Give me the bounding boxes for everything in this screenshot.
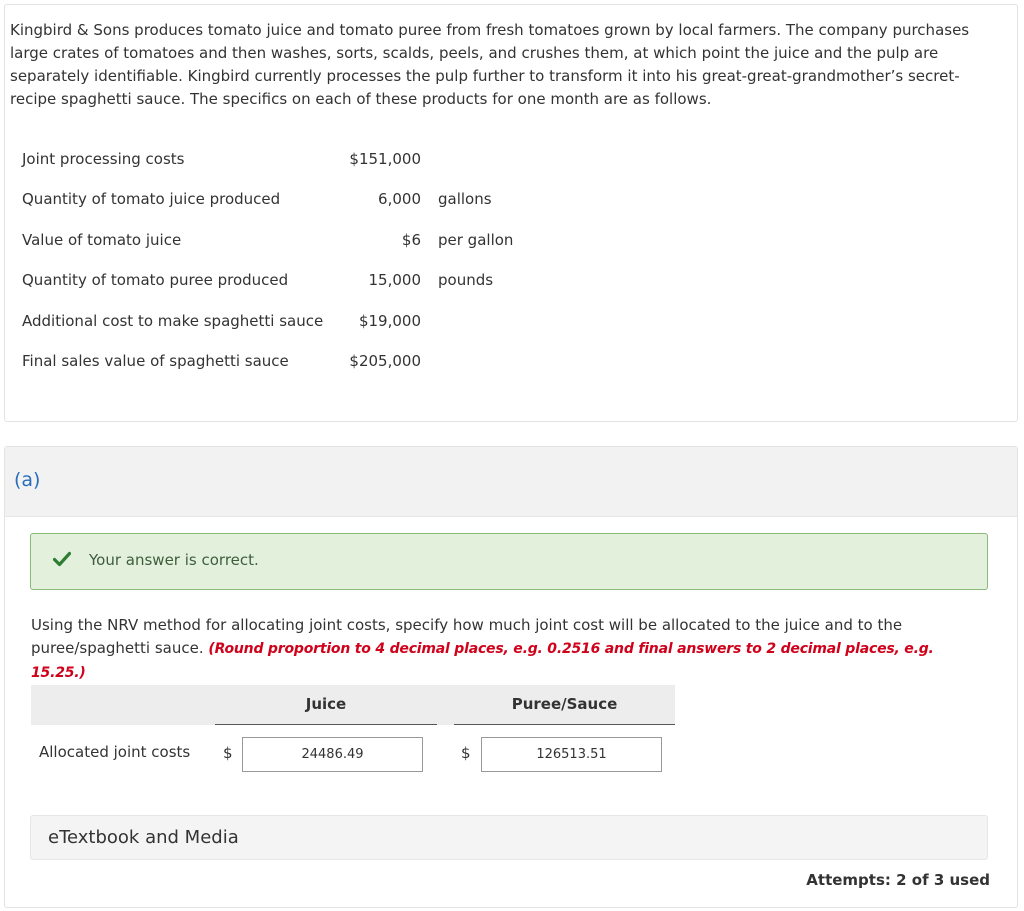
spec-unit: pounds: [438, 271, 494, 289]
part-a-header: (a): [5, 447, 1017, 517]
spec-value: $205,000: [349, 352, 421, 370]
spec-value: 15,000: [368, 271, 422, 289]
dollar-sign: $: [461, 744, 471, 762]
spec-row-final-sales-value: Final sales value of spaghetti sauce $20…: [22, 350, 582, 372]
part-label: (a): [14, 469, 41, 491]
spec-row-juice-quantity: Quantity of tomato juice produced 6,000 …: [22, 188, 582, 210]
feedback-text: Your answer is correct.: [89, 551, 259, 569]
spec-label: Final sales value of spaghetti sauce: [22, 352, 289, 370]
attempts-counter: Attempts: 2 of 3 used: [806, 871, 990, 889]
puree-allocated-cost-input[interactable]: [481, 737, 662, 772]
spec-label: Additional cost to make spaghetti sauce: [22, 312, 324, 330]
problem-intro: Kingbird & Sons produces tomato juice an…: [10, 21, 970, 108]
spec-value: $6: [401, 231, 421, 249]
spec-unit: gallons: [438, 190, 492, 208]
spec-row-juice-value: Value of tomato juice $6 per gallon: [22, 229, 582, 251]
answer-table-header: Juice Puree/Sauce: [31, 685, 675, 725]
spec-label: Joint processing costs: [22, 150, 185, 168]
spec-row-puree-quantity: Quantity of tomato puree produced 15,000…: [22, 269, 582, 291]
column-header-puree-sauce: Puree/Sauce: [454, 685, 675, 725]
correct-feedback-box: Your answer is correct.: [30, 533, 988, 590]
etextbook-media-link[interactable]: eTextbook and Media: [30, 815, 988, 860]
spec-row-additional-cost: Additional cost to make spaghetti sauce …: [22, 310, 582, 332]
spec-unit: per gallon: [438, 231, 514, 249]
spec-label: Quantity of tomato puree produced: [22, 271, 289, 289]
row-label-allocated-joint-costs: Allocated joint costs: [39, 743, 191, 761]
column-header-juice: Juice: [215, 685, 437, 725]
spec-label: Value of tomato juice: [22, 231, 182, 249]
spec-value: $19,000: [358, 312, 421, 330]
checkmark-icon: [53, 551, 71, 567]
question-text: Using the NRV method for allocating join…: [31, 614, 991, 685]
spec-label: Quantity of tomato juice produced: [22, 190, 281, 208]
spec-value: $151,000: [349, 150, 421, 168]
dollar-sign: $: [223, 744, 233, 762]
juice-allocated-cost-input[interactable]: [242, 737, 423, 772]
part-a-card: (a) Your answer is correct. Using the NR…: [4, 446, 1018, 908]
spec-row-joint-costs: Joint processing costs $151,000: [22, 148, 582, 170]
spec-value: 6,000: [378, 190, 421, 208]
